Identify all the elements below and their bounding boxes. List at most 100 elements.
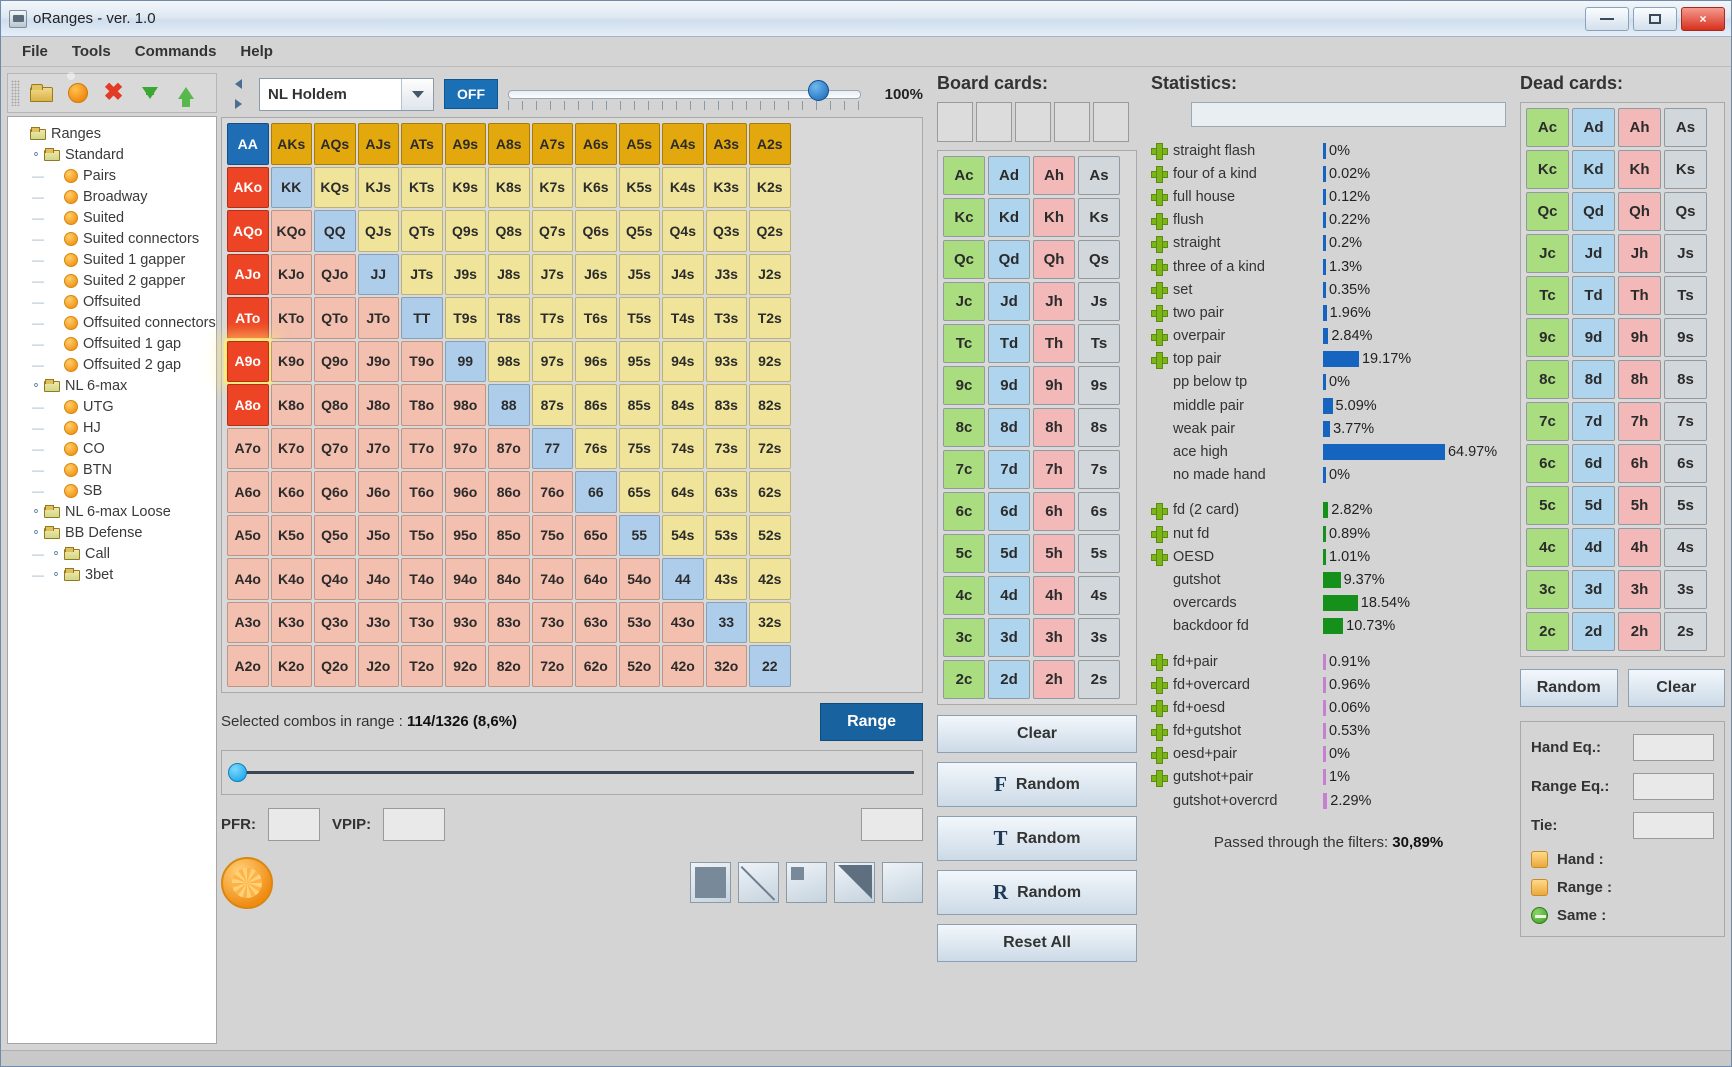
card-3h[interactable]: 3h: [1618, 570, 1661, 609]
card-8s[interactable]: 8s: [1664, 360, 1707, 399]
card-7d[interactable]: 7d: [1572, 402, 1615, 441]
card-Kh[interactable]: Kh: [1618, 150, 1661, 189]
range-cell[interactable]: K9o: [270, 340, 312, 382]
shape-empty-icon[interactable]: [882, 862, 923, 903]
expand-plus-icon[interactable]: [1151, 526, 1168, 544]
range-cell[interactable]: A8o: [227, 384, 269, 426]
range-cell[interactable]: A4o: [227, 558, 269, 600]
range-cell[interactable]: K4s: [662, 166, 704, 208]
range-cell[interactable]: J9o: [357, 340, 399, 382]
range-cell[interactable]: QQ: [314, 210, 356, 252]
range-cell[interactable]: 86s: [575, 384, 617, 426]
range-cell[interactable]: AJo: [227, 253, 269, 295]
range-cell[interactable]: K8o: [270, 384, 312, 426]
tree-toggle-icon[interactable]: ⚬: [48, 547, 64, 560]
card-Jc[interactable]: Jc: [943, 282, 985, 321]
card-Kd[interactable]: Kd: [1572, 150, 1615, 189]
card-8s[interactable]: 8s: [1078, 408, 1120, 447]
range-cell[interactable]: 96s: [575, 340, 617, 382]
card-Ah[interactable]: Ah: [1033, 156, 1075, 195]
card-5d[interactable]: 5d: [1572, 486, 1615, 525]
tree-item-standard[interactable]: ⚬ Standard: [14, 144, 216, 165]
range-cell[interactable]: 98o: [444, 384, 486, 426]
card-6s[interactable]: 6s: [1078, 492, 1120, 531]
range-cell[interactable]: 42s: [749, 558, 791, 600]
range-cell[interactable]: 55: [618, 514, 660, 556]
extra-field[interactable]: [861, 807, 923, 841]
expand-plus-icon[interactable]: [1151, 502, 1168, 520]
card-6d[interactable]: 6d: [988, 492, 1030, 531]
card-5c[interactable]: 5c: [943, 534, 985, 573]
tree-item-nl-6-max-loose[interactable]: ⚬ NL 6-max Loose: [14, 501, 216, 522]
card-Jd[interactable]: Jd: [1572, 234, 1615, 273]
range-cell[interactable]: 82s: [749, 384, 791, 426]
range-cell[interactable]: Q5o: [314, 514, 356, 556]
range-cell[interactable]: K5s: [618, 166, 660, 208]
range-cell[interactable]: 72o: [531, 645, 573, 687]
range-cell[interactable]: A3s: [705, 123, 747, 165]
range-cell[interactable]: K2o: [270, 645, 312, 687]
card-Ac[interactable]: Ac: [1526, 108, 1569, 147]
expand-plus-icon[interactable]: [1151, 700, 1168, 718]
card-Qd[interactable]: Qd: [1572, 192, 1615, 231]
range-cell[interactable]: A6o: [227, 471, 269, 513]
range-cell[interactable]: 73s: [705, 427, 747, 469]
range-cell[interactable]: Q9o: [314, 340, 356, 382]
card-3h[interactable]: 3h: [1033, 618, 1075, 657]
card-4d[interactable]: 4d: [1572, 528, 1615, 567]
range-cell[interactable]: 76s: [575, 427, 617, 469]
range-weight-slider[interactable]: [221, 749, 923, 795]
card-Th[interactable]: Th: [1033, 324, 1075, 363]
card-Qs[interactable]: Qs: [1078, 240, 1120, 279]
range-cell[interactable]: Q7s: [531, 210, 573, 252]
card-7d[interactable]: 7d: [988, 450, 1030, 489]
range-cell[interactable]: A7s: [531, 123, 573, 165]
tree-item-bb-defense[interactable]: ⚬ BB Defense: [14, 522, 216, 543]
card-5h[interactable]: 5h: [1618, 486, 1661, 525]
card-Td[interactable]: Td: [988, 324, 1030, 363]
range-cell[interactable]: JTo: [357, 297, 399, 339]
card-8h[interactable]: 8h: [1033, 408, 1075, 447]
range-cell[interactable]: T4s: [662, 297, 704, 339]
range-cell[interactable]: 93o: [444, 601, 486, 643]
range-cell[interactable]: 95o: [444, 514, 486, 556]
range-cell[interactable]: T8o: [401, 384, 443, 426]
range-cell[interactable]: AQo: [227, 210, 269, 252]
range-cell[interactable]: 93s: [705, 340, 747, 382]
orange-button[interactable]: [61, 78, 94, 109]
range-cell[interactable]: Q2o: [314, 645, 356, 687]
card-Js[interactable]: Js: [1664, 234, 1707, 273]
range-cell[interactable]: J8s: [488, 253, 530, 295]
board-slot[interactable]: [1015, 102, 1051, 142]
range-cell[interactable]: J6s: [575, 253, 617, 295]
statistics-filter-field[interactable]: [1191, 102, 1506, 127]
range-cell[interactable]: K5o: [270, 514, 312, 556]
card-8d[interactable]: 8d: [1572, 360, 1615, 399]
range-cell[interactable]: T5s: [618, 297, 660, 339]
tree-item-ranges[interactable]: Ranges: [14, 123, 216, 144]
range-cell[interactable]: 54s: [662, 514, 704, 556]
range-cell[interactable]: 86o: [488, 471, 530, 513]
range-cell[interactable]: 76o: [531, 471, 573, 513]
range-cell[interactable]: 52s: [749, 514, 791, 556]
range-cell[interactable]: Q7o: [314, 427, 356, 469]
expand-plus-icon[interactable]: [1151, 282, 1168, 300]
range-cell[interactable]: T3s: [705, 297, 747, 339]
tree-toggle-icon[interactable]: ⚬: [28, 526, 44, 539]
card-Kc[interactable]: Kc: [1526, 150, 1569, 189]
card-6h[interactable]: 6h: [1033, 492, 1075, 531]
range-cell[interactable]: KJo: [270, 253, 312, 295]
range-cell[interactable]: J6o: [357, 471, 399, 513]
card-9c[interactable]: 9c: [1526, 318, 1569, 357]
card-4h[interactable]: 4h: [1618, 528, 1661, 567]
move-up-button[interactable]: [169, 78, 202, 109]
range-cell[interactable]: K6s: [575, 166, 617, 208]
range-cell[interactable]: 84s: [662, 384, 704, 426]
shape-triangle-icon[interactable]: [834, 862, 875, 903]
range-cell[interactable]: 63s: [705, 471, 747, 513]
range-cell[interactable]: K9s: [444, 166, 486, 208]
card-Kd[interactable]: Kd: [988, 198, 1030, 237]
range-cell[interactable]: T9o: [401, 340, 443, 382]
card-Jc[interactable]: Jc: [1526, 234, 1569, 273]
range-cell[interactable]: K4o: [270, 558, 312, 600]
